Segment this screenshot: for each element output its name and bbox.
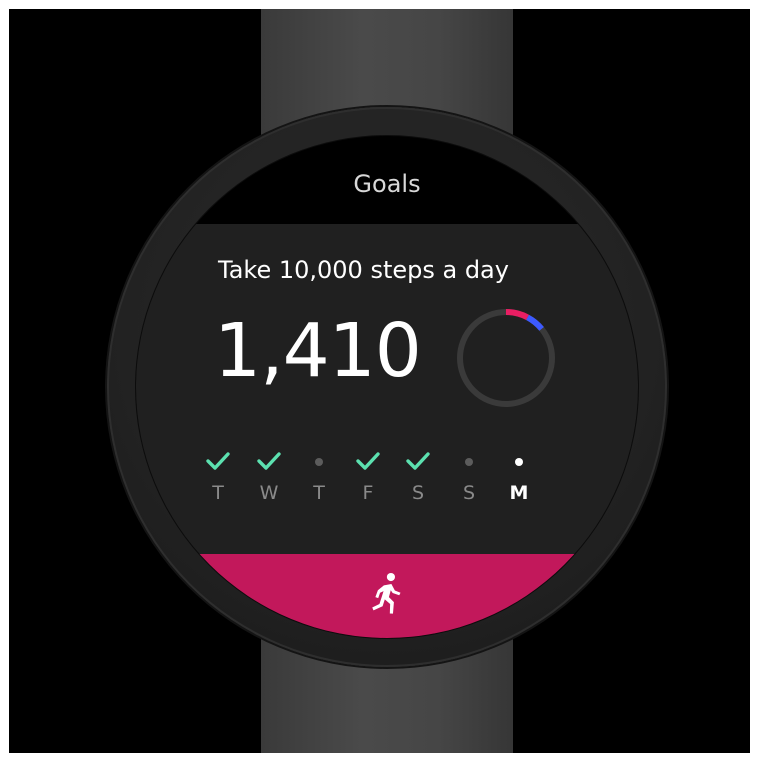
day-status-mark [343, 446, 393, 476]
day-label: M [509, 482, 529, 504]
goal-card[interactable]: Take 10,000 steps a day 1,410 T W T F S … [136, 224, 638, 554]
progress-ring-secondary-segment [526, 314, 544, 331]
watch-screen: Goals Take 10,000 steps a day 1,410 T W [136, 136, 638, 638]
day-item: S [393, 446, 443, 516]
day-item: T [193, 446, 243, 516]
missed-dot-icon [315, 458, 323, 466]
goal-description: Take 10,000 steps a day [218, 256, 509, 284]
day-status-mark [294, 446, 344, 476]
day-label: T [313, 482, 325, 504]
watch-mockup: Goals Take 10,000 steps a day 1,410 T W [9, 9, 750, 753]
day-item: W [244, 446, 294, 516]
day-label: W [259, 482, 279, 504]
day-item: T [294, 446, 344, 516]
running-person-icon [372, 572, 401, 614]
step-count: 1,410 [214, 308, 422, 394]
day-status-mark [244, 446, 294, 476]
day-label: F [362, 482, 374, 504]
checkmark-icon [406, 452, 430, 470]
start-workout-button[interactable] [136, 554, 638, 638]
day-item: S [444, 446, 494, 516]
progress-ring-primary-segment [505, 309, 529, 321]
weekly-progress: T W T F S S M [206, 446, 553, 516]
today-dot-icon [515, 458, 523, 466]
checkmark-icon [257, 452, 281, 470]
goal-progress-ring [457, 309, 555, 407]
checkmark-icon [206, 452, 230, 470]
day-label: S [462, 482, 476, 504]
day-label: T [212, 482, 224, 504]
day-status-mark [444, 446, 494, 476]
missed-dot-icon [465, 458, 473, 466]
checkmark-icon [356, 452, 380, 470]
day-item: F [343, 446, 393, 516]
day-item: M [494, 446, 544, 516]
day-status-mark [393, 446, 443, 476]
day-status-mark [193, 446, 243, 476]
screen-title: Goals [353, 170, 421, 198]
day-label: S [411, 482, 425, 504]
day-status-mark [494, 446, 544, 476]
